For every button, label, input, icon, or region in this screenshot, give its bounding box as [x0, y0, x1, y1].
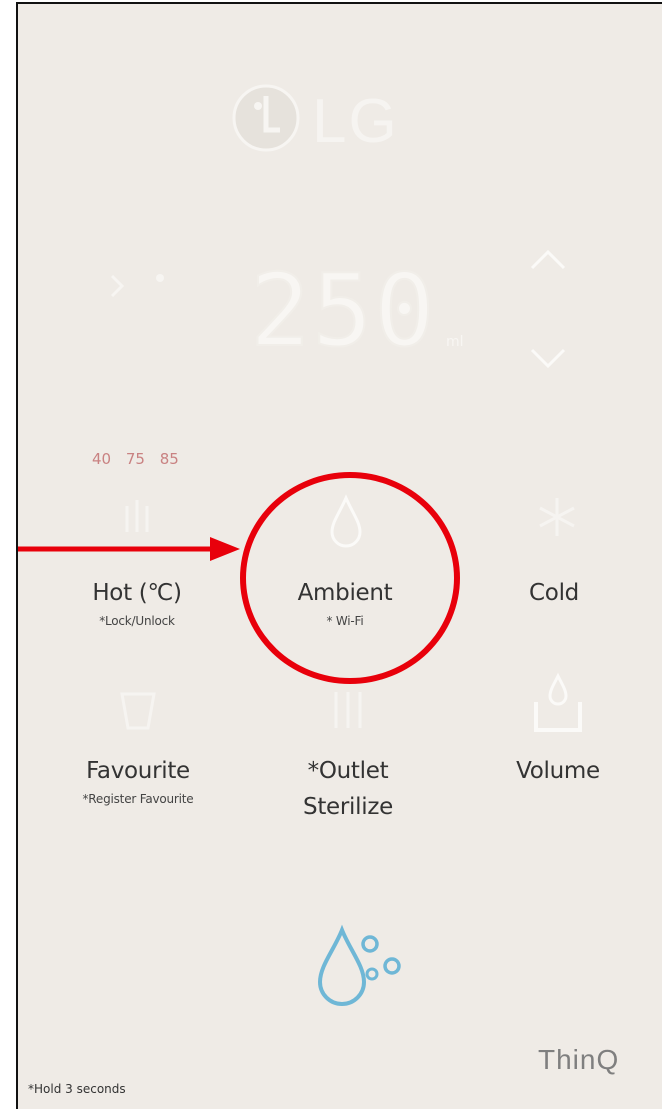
- temperature-value: 250: [249, 251, 437, 370]
- logo-text: LG: [312, 87, 399, 156]
- preset-85: 85: [159, 450, 179, 468]
- favourite-label: Favourite: [86, 758, 190, 784]
- control-panel: LG 250 ml 40 75 85 Hot (℃) *Lock/Unlock: [16, 2, 662, 1109]
- preset-75: 75: [125, 450, 145, 468]
- hold-note: *Hold 3 seconds: [28, 1082, 126, 1096]
- favourite-sublabel: *Register Favourite: [82, 792, 194, 806]
- chevron-up-icon: [530, 249, 566, 270]
- lg-logo: LG: [228, 82, 468, 162]
- preset-40: 40: [92, 450, 112, 468]
- status-icons: [102, 266, 182, 306]
- hot-sublabel: *Lock/Unlock: [99, 614, 175, 628]
- volume-label: Volume: [516, 758, 600, 784]
- highlight-arrow: [18, 534, 242, 564]
- temperature-unit: ml: [446, 334, 464, 350]
- volume-button[interactable]: Volume: [488, 664, 628, 814]
- sterilize-indicator: [308, 916, 418, 1026]
- hot-label: Hot (℃): [92, 580, 182, 606]
- favourite-button[interactable]: Favourite *Register Favourite: [48, 674, 228, 824]
- outlet-sterilize-button[interactable]: *Outlet Sterilize: [268, 674, 428, 844]
- wifi-status-icon: [110, 274, 164, 298]
- water-bubbles-icon: [317, 924, 401, 1006]
- decrease-button[interactable]: [524, 338, 572, 378]
- increase-button[interactable]: [524, 240, 572, 280]
- arrow-right-icon: [18, 537, 240, 561]
- outlet-icon: [334, 692, 362, 728]
- thinq-logo: ThinQ: [538, 1044, 620, 1075]
- highlight-circle: [240, 472, 460, 684]
- cold-label: Cold: [529, 580, 579, 606]
- cup-icon: [120, 692, 156, 730]
- volume-cup-icon: [534, 672, 582, 732]
- temperature-display: 250 ml: [249, 251, 490, 370]
- outlet-label-line2: Sterilize: [303, 794, 393, 820]
- preset-temperatures: 40 75 85: [92, 450, 179, 468]
- chevron-down-icon: [530, 348, 566, 369]
- snowflake-icon: [539, 498, 575, 536]
- outlet-label-line1: *Outlet: [307, 758, 389, 784]
- cold-button[interactable]: Cold: [474, 484, 634, 634]
